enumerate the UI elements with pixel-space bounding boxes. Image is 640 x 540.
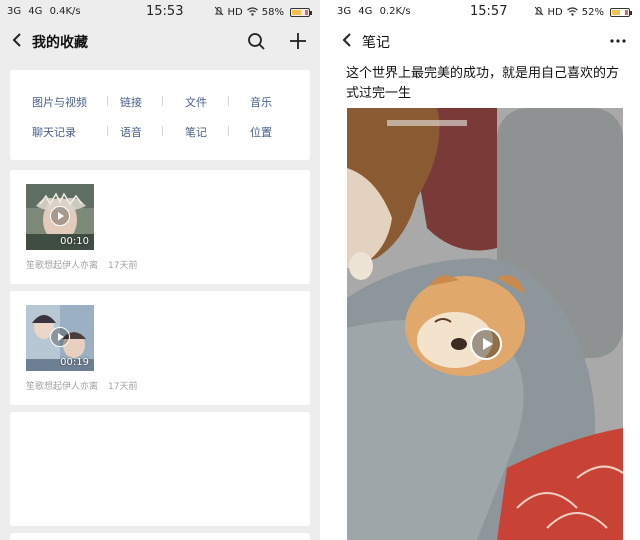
video-thumbnail[interactable]: 00:19 xyxy=(26,305,94,371)
wifi-icon xyxy=(566,6,578,19)
clock: 15:57 xyxy=(470,4,508,19)
back-arrow-icon[interactable] xyxy=(8,28,28,52)
favorite-source: 笙歌想起伊人亦离 xyxy=(26,382,99,392)
note-video[interactable] xyxy=(347,108,623,540)
category-music[interactable]: 音乐 xyxy=(250,94,272,110)
network-status: 3G 4G 0.2K/s xyxy=(337,6,411,17)
category-voice[interactable]: 语音 xyxy=(120,124,142,140)
play-icon[interactable] xyxy=(470,328,502,360)
status-right: HD 52% xyxy=(534,6,632,19)
nav-bar: 笔记 xyxy=(330,24,640,58)
video-thumbnail[interactable]: 00:10 xyxy=(26,184,94,250)
battery-icon xyxy=(610,8,632,17)
more-dots-icon[interactable] xyxy=(606,29,630,53)
note-text: 这个世界上最完美的成功，就是用自己喜欢的方式过完一生 xyxy=(346,66,620,101)
category-chat-history[interactable]: 聊天记录 xyxy=(32,124,76,140)
mute-icon xyxy=(214,6,224,19)
play-icon[interactable] xyxy=(50,206,70,226)
note-screen: 3G 4G 0.2K/s 15:57 HD 52% 笔记 这个世界上最完美的成功… xyxy=(330,0,640,540)
favorite-meta: 笙歌想起伊人亦离 17天前 xyxy=(26,379,137,392)
favorite-item[interactable]: 00:10 笙歌想起伊人亦离 17天前 xyxy=(10,170,310,284)
favorites-screen: 3G 4G 0.4K/s 15:53 HD 58% 我的收藏 图片与视频 链接 … xyxy=(0,0,320,540)
video-duration: 00:10 xyxy=(60,236,89,247)
favorite-item-placeholder[interactable] xyxy=(10,533,310,540)
favorite-meta: 笙歌想起伊人亦离 17天前 xyxy=(26,258,137,271)
mute-icon xyxy=(534,6,544,19)
category-location[interactable]: 位置 xyxy=(250,124,272,140)
category-card: 图片与视频 链接 文件 音乐 聊天记录 语音 笔记 位置 xyxy=(10,70,310,160)
favorite-time: 17天前 xyxy=(108,261,138,271)
favorite-time: 17天前 xyxy=(108,382,138,392)
category-notes[interactable]: 笔记 xyxy=(185,124,207,140)
wifi-icon xyxy=(246,6,258,19)
plus-icon[interactable] xyxy=(286,29,310,53)
divider xyxy=(107,96,108,106)
divider xyxy=(228,126,229,136)
status-bar: 3G 4G 0.2K/s 15:57 HD 52% xyxy=(330,0,640,24)
divider xyxy=(228,96,229,106)
play-icon[interactable] xyxy=(50,327,70,347)
favorite-item[interactable]: 00:19 笙歌想起伊人亦离 17天前 xyxy=(10,291,310,405)
hd-label: HD xyxy=(547,7,563,18)
battery-percent: 52% xyxy=(581,7,604,18)
hd-label: HD xyxy=(227,7,243,18)
divider xyxy=(107,126,108,136)
category-images-videos[interactable]: 图片与视频 xyxy=(32,94,87,110)
back-arrow-icon[interactable] xyxy=(338,28,358,52)
category-files[interactable]: 文件 xyxy=(185,94,207,110)
divider xyxy=(162,126,163,136)
battery-percent: 58% xyxy=(261,7,284,18)
favorite-item-placeholder[interactable] xyxy=(10,412,310,526)
network-status: 3G 4G 0.4K/s xyxy=(7,6,81,17)
search-icon[interactable] xyxy=(244,29,268,53)
favorite-source: 笙歌想起伊人亦离 xyxy=(26,261,99,271)
battery-icon xyxy=(290,8,312,17)
status-bar: 3G 4G 0.4K/s 15:53 HD 58% xyxy=(0,0,320,24)
status-right: HD 58% xyxy=(214,6,312,19)
category-links[interactable]: 链接 xyxy=(120,94,142,110)
page-title: 我的收藏 xyxy=(32,35,88,51)
page-title: 笔记 xyxy=(362,35,390,51)
video-duration: 00:19 xyxy=(60,357,89,368)
divider xyxy=(162,96,163,106)
clock: 15:53 xyxy=(146,4,184,19)
nav-bar: 我的收藏 xyxy=(0,24,320,58)
